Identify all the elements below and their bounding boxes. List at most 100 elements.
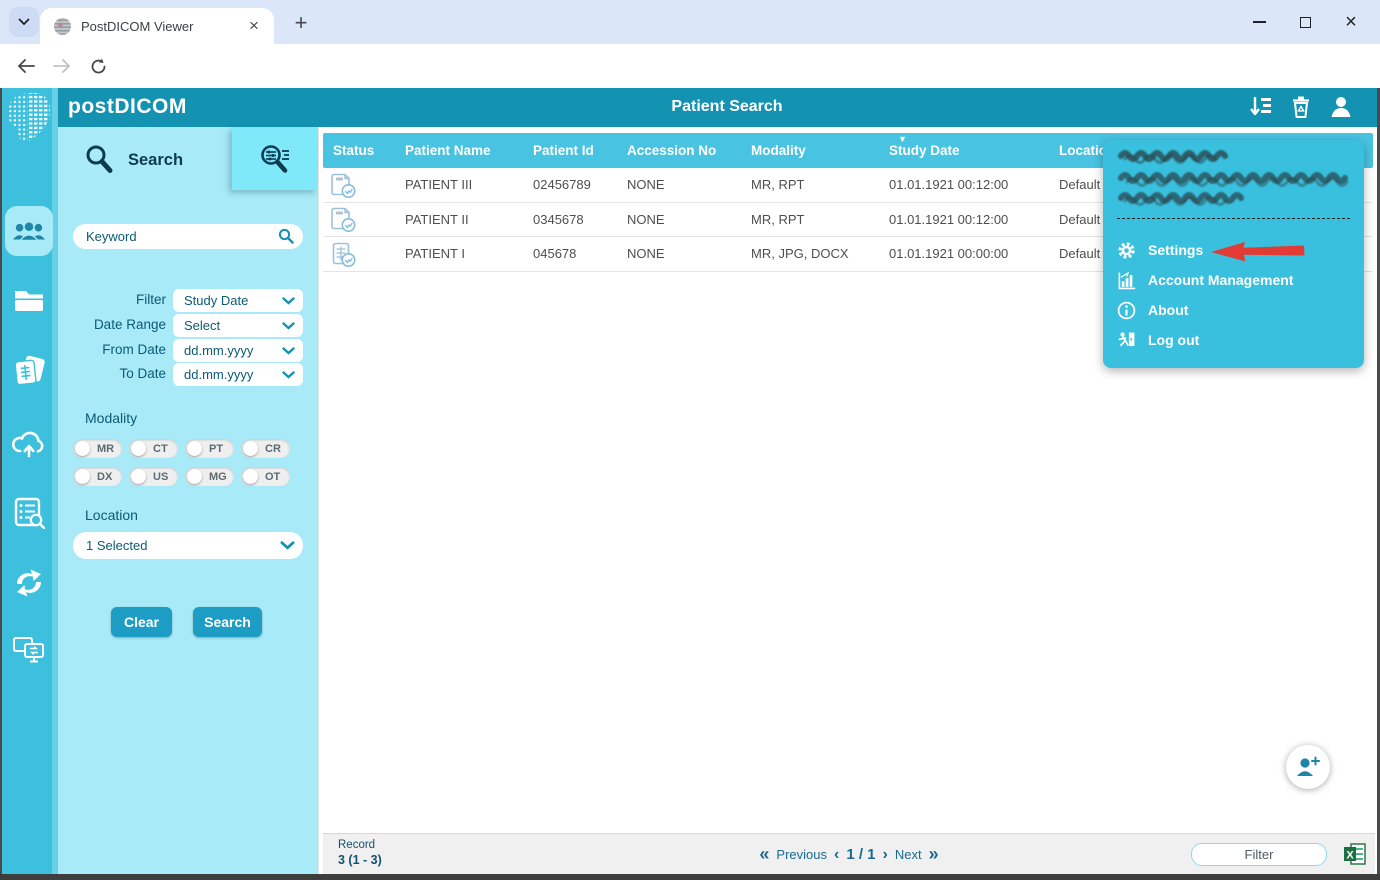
toggle-knob — [75, 441, 90, 456]
tab-close-icon[interactable]: × — [244, 16, 264, 36]
new-tab-button[interactable]: + — [286, 8, 316, 38]
menu-item-label: Account Management — [1148, 272, 1293, 288]
date-range-label: Date Range — [94, 317, 166, 332]
browser-tab[interactable]: PostDICOM Viewer × — [40, 8, 274, 44]
filter-select[interactable]: Study Date — [173, 289, 303, 312]
sidebar-item-worklist[interactable] — [0, 491, 58, 535]
to-date-row: To Date dd.mm.yyyy — [58, 363, 318, 386]
next-arrow-button[interactable]: › — [883, 846, 888, 864]
modality-toggle-mr[interactable]: MR — [73, 439, 122, 458]
export-excel-button[interactable]: X — [1343, 842, 1367, 871]
column-accession-no[interactable]: Accession No — [617, 133, 741, 168]
site-favicon-icon — [54, 18, 71, 35]
previous-button[interactable]: Previous — [776, 847, 827, 862]
folder-icon — [13, 287, 45, 313]
user-menu-button[interactable] — [1328, 94, 1356, 122]
modality-toggle-ct[interactable]: CT — [129, 439, 178, 458]
from-date-select[interactable]: dd.mm.yyyy — [173, 339, 303, 362]
modality-toggle-mg[interactable]: MG — [185, 467, 234, 486]
chevron-down-icon — [280, 541, 295, 550]
trash-recycle-icon — [1288, 94, 1314, 120]
first-page-button[interactable]: « — [759, 844, 769, 865]
keyword-input[interactable] — [73, 224, 303, 249]
download-queue-button[interactable] — [1248, 94, 1276, 122]
column-modality[interactable]: Modality — [741, 133, 879, 168]
modality-toggle-dx[interactable]: DX — [73, 467, 122, 486]
bar-chart-icon — [1117, 271, 1136, 290]
chevron-down-icon — [282, 297, 295, 305]
logout-icon — [1117, 331, 1136, 350]
search-button[interactable]: Search — [193, 607, 262, 637]
forward-button[interactable] — [48, 52, 76, 80]
recycle-bin-button[interactable] — [1288, 94, 1316, 122]
location-label: Location — [85, 507, 138, 523]
tab-basic-search[interactable]: Search — [58, 127, 232, 193]
filter-row: Filter Study Date — [58, 289, 318, 312]
forward-arrow-icon — [53, 59, 71, 73]
tab-search-button[interactable] — [9, 7, 39, 37]
previous-arrow-button[interactable]: ‹ — [834, 846, 839, 864]
patients-icon — [12, 219, 46, 243]
menu-item-log-out[interactable]: Log out — [1117, 327, 1350, 353]
date-range-select[interactable]: Select — [173, 314, 303, 337]
cell-modality: MR, RPT — [741, 168, 879, 203]
results-footer: Record 3 (1 - 3) « Previous ‹ 1 / 1 › Ne… — [323, 833, 1375, 874]
menu-item-about[interactable]: About — [1117, 297, 1350, 323]
report-approved-icon — [331, 172, 357, 199]
menu-item-label: Log out — [1148, 332, 1199, 348]
keyword-search-icon[interactable] — [278, 228, 294, 249]
sort-indicator-icon: ▼ — [898, 134, 907, 144]
maximize-button[interactable] — [1282, 0, 1328, 44]
last-page-button[interactable]: » — [929, 844, 939, 865]
sidebar-item-upload[interactable] — [0, 421, 58, 465]
cell-modality: MR, RPT — [741, 203, 879, 238]
filter-button[interactable]: Filter — [1191, 843, 1327, 866]
column-patient-id[interactable]: Patient Id — [523, 133, 617, 168]
modality-option-label: MG — [209, 471, 227, 483]
sidebar-item-sync[interactable] — [0, 561, 58, 605]
column-status[interactable]: Status — [323, 133, 395, 168]
modality-toggle-us[interactable]: US — [129, 467, 178, 486]
back-button[interactable] — [12, 52, 40, 80]
modality-toggle-pt[interactable]: PT — [185, 439, 234, 458]
tab-advanced-search[interactable] — [232, 127, 318, 190]
cell-modality: MR, JPG, DOCX — [741, 237, 879, 272]
sidebar-item-patient-search[interactable] — [5, 206, 53, 256]
location-select[interactable]: 1 Selected — [73, 532, 303, 559]
svg-text:X: X — [1346, 850, 1354, 862]
to-date-select[interactable]: dd.mm.yyyy — [173, 363, 303, 386]
date-range-value: Select — [184, 318, 220, 333]
sidebar-item-screen-share[interactable] — [0, 628, 58, 672]
toggle-knob — [187, 469, 202, 484]
close-button[interactable]: × — [1328, 0, 1374, 44]
modality-toggle-cr[interactable]: CR — [241, 439, 290, 458]
cell-patient-name: PATIENT I — [395, 237, 523, 272]
sort-download-icon — [1248, 94, 1274, 120]
modality-label: Modality — [85, 410, 137, 426]
modality-option-label: US — [153, 471, 168, 483]
menu-item-account-management[interactable]: Account Management — [1117, 267, 1350, 293]
advanced-search-icon — [258, 143, 292, 175]
window-edge — [0, 874, 1380, 880]
toggle-knob — [187, 441, 202, 456]
add-patient-fab[interactable] — [1286, 745, 1330, 789]
sync-arrows-icon — [13, 567, 45, 599]
chevron-down-icon — [18, 18, 30, 26]
sidebar-item-dicom-files[interactable] — [0, 350, 58, 394]
column-patient-name[interactable]: Patient Name — [395, 133, 523, 168]
menu-separator — [1117, 218, 1350, 219]
sidebar-item-folders[interactable] — [0, 278, 58, 322]
cell-study-date: 01.01.1921 00:12:00 — [879, 203, 1049, 238]
clear-button[interactable]: Clear — [111, 607, 172, 637]
to-date-label: To Date — [119, 366, 166, 381]
cell-patient-name: PATIENT II — [395, 203, 523, 238]
minimize-button[interactable] — [1236, 0, 1282, 44]
toggle-knob — [131, 441, 146, 456]
page-title: Patient Search — [587, 98, 867, 116]
reload-button[interactable] — [84, 52, 112, 80]
modality-option-label: PT — [209, 443, 223, 455]
modality-toggle-ot[interactable]: OT — [241, 467, 290, 486]
next-button[interactable]: Next — [895, 847, 922, 862]
window-controls: × — [1236, 0, 1374, 44]
report-approved-icon — [331, 206, 357, 233]
